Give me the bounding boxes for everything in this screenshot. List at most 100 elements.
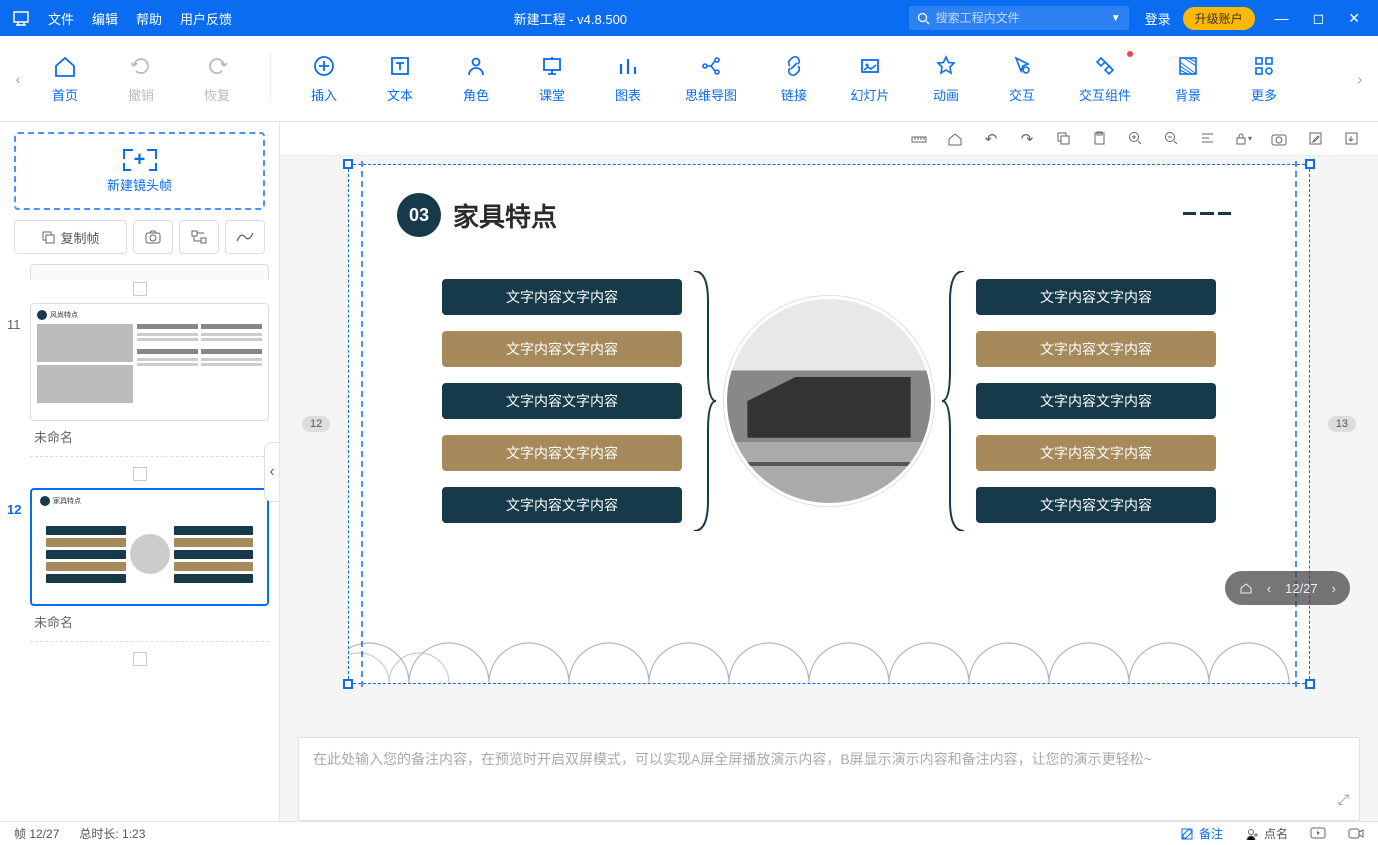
menu-help[interactable]: 帮助 xyxy=(136,9,162,28)
thumb-preview[interactable]: 家具特点 xyxy=(30,488,269,606)
nav-home-icon[interactable] xyxy=(1239,581,1253,595)
zoom-in-icon[interactable] xyxy=(1126,130,1144,148)
guide-line[interactable] xyxy=(361,161,363,687)
floating-nav: ‹ 12/27 › xyxy=(1225,571,1350,605)
camera-button[interactable] xyxy=(133,220,173,254)
content-pill[interactable]: 文字内容文字内容 xyxy=(976,383,1216,419)
upgrade-button[interactable]: 升级账户 xyxy=(1183,7,1255,30)
minimize-button[interactable]: — xyxy=(1275,10,1289,27)
tool-label: 角色 xyxy=(463,85,489,104)
content-pill[interactable]: 文字内容文字内容 xyxy=(976,279,1216,315)
search-input[interactable] xyxy=(936,11,1105,25)
tool-star[interactable]: 动画 xyxy=(915,53,977,104)
nav-prev-icon[interactable]: ‹ xyxy=(1267,581,1271,596)
maximize-button[interactable]: ◻ xyxy=(1313,10,1325,27)
tool-text[interactable]: 文本 xyxy=(369,53,431,104)
thumbnail-11[interactable]: 11 风尚特点 未命名 xyxy=(10,303,269,457)
close-button[interactable]: ✕ xyxy=(1348,10,1360,27)
copy-frame-button[interactable]: 复制帧 xyxy=(14,220,127,254)
content-pill[interactable]: 文字内容文字内容 xyxy=(442,435,682,471)
selection-handle[interactable] xyxy=(1305,159,1315,169)
notes-toggle-label: 备注 xyxy=(1199,825,1223,842)
content-pill[interactable]: 文字内容文字内容 xyxy=(976,331,1216,367)
center-image[interactable] xyxy=(724,296,934,506)
redo-icon[interactable]: ↷ xyxy=(1018,130,1036,148)
notes-icon xyxy=(1180,827,1194,841)
guide-line[interactable] xyxy=(1295,161,1297,687)
tool-slides[interactable]: 幻灯片 xyxy=(839,53,901,104)
layout-button[interactable] xyxy=(179,220,219,254)
content-pill[interactable]: 文字内容文字内容 xyxy=(442,487,682,523)
notes-toggle[interactable]: 备注 xyxy=(1180,825,1223,842)
record-button[interactable] xyxy=(1348,827,1364,840)
titlebar: 文件 编辑 帮助 用户反馈 新建工程 - v4.8.500 ▼ 登录 升级账户 … xyxy=(0,0,1378,36)
content-pill[interactable]: 文字内容文字内容 xyxy=(442,331,682,367)
wave-decoration xyxy=(349,633,1309,683)
menu-bar: 文件 编辑 帮助 用户反馈 xyxy=(42,9,232,28)
rollcall-button[interactable]: 点名 xyxy=(1245,825,1288,842)
tool-widget[interactable]: 交互组件 xyxy=(1067,53,1143,104)
slide-header: 03 家具特点 xyxy=(349,165,1309,237)
tool-board[interactable]: 课堂 xyxy=(521,53,583,104)
board-icon xyxy=(539,53,565,79)
nav-next-icon[interactable]: › xyxy=(1332,581,1336,596)
left-brace xyxy=(690,271,716,531)
thumb-label: 未命名 xyxy=(30,421,269,457)
tool-label: 幻灯片 xyxy=(850,85,889,104)
tool-link[interactable]: 链接 xyxy=(763,53,825,104)
next-page-badge[interactable]: 13 xyxy=(1328,416,1356,432)
slide-decor xyxy=(1183,210,1231,220)
tool-home[interactable]: 首页 xyxy=(34,53,96,104)
tool-bg[interactable]: 背景 xyxy=(1157,53,1219,104)
zoom-out-icon[interactable] xyxy=(1162,130,1180,148)
tool-more[interactable]: 更多 xyxy=(1233,53,1295,104)
content-pill[interactable]: 文字内容文字内容 xyxy=(976,435,1216,471)
screen-icon xyxy=(1310,827,1326,840)
slide-canvas[interactable]: 03 家具特点 文字内容文字内容 文字内容文字内容 文字内容文字内容 文字内容文… xyxy=(348,164,1310,684)
tool-label: 插入 xyxy=(311,85,337,104)
undo-icon[interactable]: ↶ xyxy=(982,130,1000,148)
content-pill[interactable]: 文字内容文字内容 xyxy=(442,383,682,419)
edit-icon[interactable] xyxy=(1306,130,1324,148)
present-button[interactable] xyxy=(1310,827,1326,840)
path-button[interactable] xyxy=(225,220,265,254)
slides-icon xyxy=(857,53,883,79)
menu-file[interactable]: 文件 xyxy=(48,9,74,28)
thumb-preview[interactable]: 风尚特点 xyxy=(30,303,269,421)
camera-icon[interactable] xyxy=(1270,130,1288,148)
canvas-viewport[interactable]: 12 13 03 家具特点 文字内容文字内容 文字内容文字内容 xyxy=(280,156,1378,723)
search-dropdown-icon[interactable]: ▼ xyxy=(1111,13,1121,24)
tool-mindmap[interactable]: 思维导图 xyxy=(673,53,749,104)
tool-person[interactable]: 角色 xyxy=(445,53,507,104)
thumbnail-12[interactable]: 12 家具特点 未命名 xyxy=(10,488,269,642)
login-link[interactable]: 登录 xyxy=(1145,9,1171,28)
new-frame-button[interactable]: + 新建镜头帧 xyxy=(14,132,265,210)
home-icon[interactable] xyxy=(946,130,964,148)
selection-handle[interactable] xyxy=(343,159,353,169)
align-icon[interactable] xyxy=(1198,130,1216,148)
lock-icon[interactable]: ▾ xyxy=(1234,130,1252,148)
tool-pointer[interactable]: 交互 xyxy=(991,53,1053,104)
tool-label: 动画 xyxy=(933,85,959,104)
menu-feedback[interactable]: 用户反馈 xyxy=(180,9,232,28)
ribbon-next[interactable]: › xyxy=(1352,71,1368,87)
paste-icon[interactable] xyxy=(1090,130,1108,148)
tool-label: 链接 xyxy=(781,85,807,104)
content-pill[interactable]: 文字内容文字内容 xyxy=(976,487,1216,523)
ribbon-prev[interactable]: ‹ xyxy=(10,71,26,87)
tool-plus-circle[interactable]: 插入 xyxy=(293,53,355,104)
prev-page-badge[interactable]: 12 xyxy=(302,416,330,432)
content-pill[interactable]: 文字内容文字内容 xyxy=(442,279,682,315)
copy-icon[interactable] xyxy=(1054,130,1072,148)
tool-chart[interactable]: 图表 xyxy=(597,53,659,104)
canvas-area: ↶ ↷ ▾ 12 13 03 家具 xyxy=(280,122,1378,821)
ruler-icon[interactable] xyxy=(910,130,928,148)
collapse-sidebar-button[interactable]: ‹ xyxy=(264,442,280,502)
menu-edit[interactable]: 编辑 xyxy=(92,9,118,28)
notes-panel[interactable]: 在此处输入您的备注内容，在预览时开启双屏模式，可以实现A屏全屏播放演示内容，B屏… xyxy=(298,737,1360,821)
redo-icon xyxy=(204,53,230,79)
export-icon[interactable] xyxy=(1342,130,1360,148)
slide-title[interactable]: 家具特点 xyxy=(453,197,557,234)
search-box[interactable]: ▼ xyxy=(909,6,1129,30)
expand-notes-icon[interactable]: ⤢ xyxy=(1338,788,1349,812)
